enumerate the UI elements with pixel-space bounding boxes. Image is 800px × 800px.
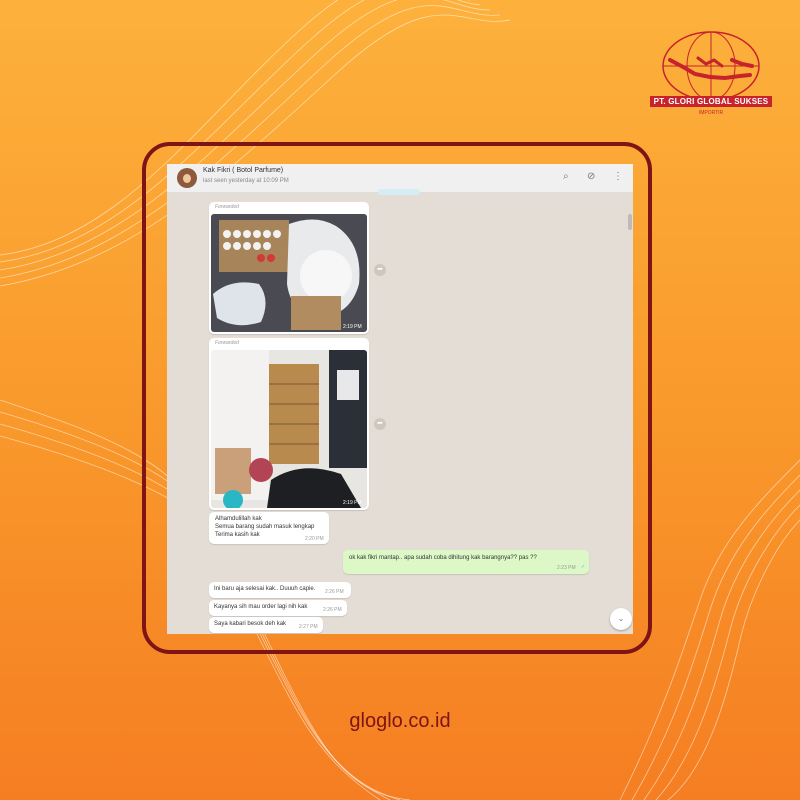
contact-name[interactable]: Kak Fikri ( Botol Parfume) (203, 167, 283, 174)
attach-icon[interactable]: ⊘ (587, 171, 595, 182)
company-name: PT. GLORI GLOBAL SUKSES (650, 96, 772, 107)
text-message[interactable]: Ini baru aja selesai kak.. Duuuh capie. … (209, 582, 351, 598)
menu-icon[interactable]: ⋮ (613, 171, 623, 182)
read-check-icon: ✓ (581, 564, 586, 570)
message-time: 2:19 PM (343, 324, 362, 330)
avatar[interactable] (177, 168, 197, 188)
message-text: ok kak fikri mantap.. apa sudah coba dih… (349, 555, 537, 561)
message-line: Semua barang sudah masuk lengkap (215, 524, 315, 530)
image-message[interactable]: Forwarded 2:19 PM (209, 338, 369, 510)
company-tagline: IMPORTIR (698, 110, 724, 116)
scrollbar[interactable] (628, 214, 632, 230)
message-text: Kayanya sih mau order lagi nih kak (214, 604, 308, 610)
message-text: Ini baru aja selesai kak.. Duuuh capie. (214, 586, 316, 592)
last-seen-status: last seen yesterday at 10:09 PM (203, 178, 289, 184)
text-message[interactable]: Alhamdulillah kak Semua barang sudah mas… (209, 512, 329, 544)
text-message[interactable]: Kayanya sih mau order lagi nih kak 2:26 … (209, 600, 347, 616)
text-message[interactable]: Saya kabari besok deh kak 2:27 PM (209, 617, 323, 633)
date-divider (378, 189, 420, 195)
sent-message[interactable]: ok kak fikri mantap.. apa sudah coba dih… (343, 550, 589, 574)
globe-map-icon (662, 31, 760, 101)
chat-window: Kak Fikri ( Botol Parfume) last seen yes… (167, 164, 633, 634)
message-time: 2:27 PM (299, 624, 318, 630)
company-logo: PT. GLORI GLOBAL SUKSES IMPORTIR (650, 30, 772, 130)
forwarded-label: Forwarded (215, 340, 239, 346)
product-photo-boxes[interactable] (211, 350, 367, 508)
message-time: 2:26 PM (323, 607, 342, 613)
website-url[interactable]: gloglo.co.id (0, 710, 800, 733)
search-icon[interactable]: ⌕ (563, 171, 569, 182)
message-line: Terima kasih kak (215, 532, 260, 538)
forwarded-label: Forwarded (215, 204, 239, 210)
forward-icon[interactable]: ➦ (374, 418, 386, 430)
message-time: 2:23 PM (557, 565, 576, 571)
scroll-down-button[interactable]: ⌄ (610, 608, 632, 630)
message-time: 2:19 PM (343, 500, 362, 506)
image-message[interactable]: Forwarded 2:19 PM (209, 202, 369, 334)
message-line: Alhamdulillah kak (215, 516, 262, 522)
message-time: 2:20 PM (305, 536, 324, 542)
product-photo-bottles[interactable] (211, 214, 367, 332)
forward-icon[interactable]: ➦ (374, 264, 386, 276)
message-text: Saya kabari besok deh kak (214, 621, 287, 627)
message-time: 2:26 PM (325, 589, 344, 595)
